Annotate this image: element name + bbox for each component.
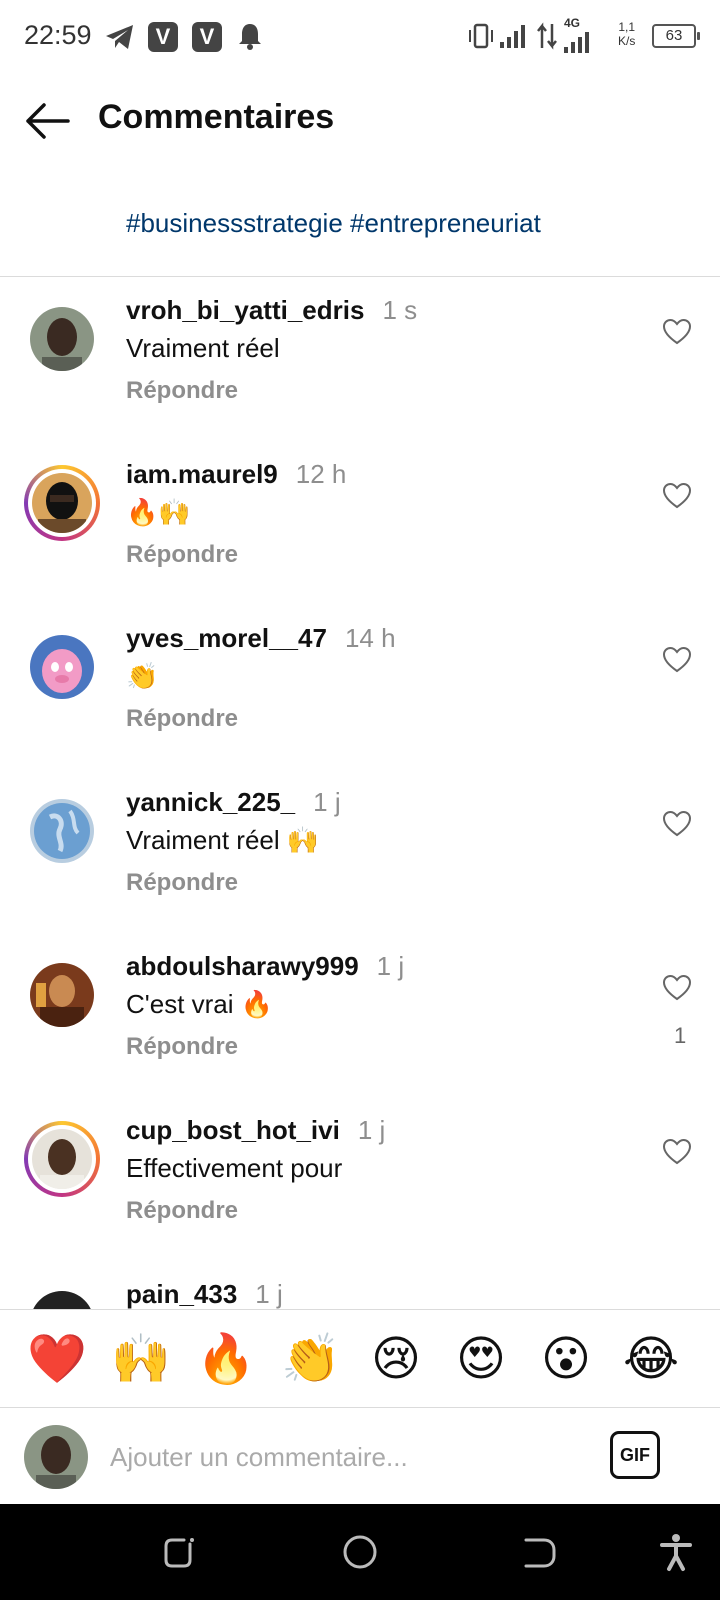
comment-time: 14 h [344,623,396,653]
avatar-story-ring[interactable] [24,465,100,541]
page-title: Commentaires [98,98,335,136]
comment-input[interactable] [108,1431,582,1483]
network-label: 4G [564,16,581,30]
like-heart-icon[interactable] [662,481,692,511]
comment-username[interactable]: vroh_bi_yatti_edris 1 s [126,295,417,326]
comment-item: yves_morel__47 14 h 👏 Répondre [0,605,720,769]
reaction-raised-hands[interactable]: 🙌 [111,1330,171,1390]
data-arrows-icon [536,22,558,55]
comment-composer: GIF [0,1407,720,1503]
recents-icon [164,1538,194,1568]
comment-item: abdoulsharawy999 1 j C'est vrai 🔥 Répondr… [0,933,720,1097]
comment-username[interactable]: cup_bost_hot_ivi 1 j [126,1115,385,1146]
signal-4g-icon: 4G [562,16,592,59]
comment-text: Effectivement pour [126,1153,343,1183]
comment-item: pain_433 1 j [0,1261,720,1309]
reaction-heart[interactable]: ❤️ [27,1330,87,1390]
comment-item: iam.maurel9 12 h 🔥🙌 Répondre [0,441,720,605]
like-heart-icon[interactable] [662,973,692,1003]
gif-button[interactable]: GIF [610,1431,660,1479]
comment-username[interactable]: iam.maurel9 12 h [126,459,346,490]
recent-apps-button[interactable] [160,1532,200,1572]
like-heart-icon[interactable] [662,809,692,839]
vibrate-icon [466,22,496,55]
comment-text: 👏 [126,661,159,691]
comment-time: 12 h [295,459,347,489]
comment-username[interactable]: yannick_225_ 1 j [126,787,341,818]
home-button[interactable] [340,1532,380,1572]
reaction-fire[interactable]: 🔥 [196,1330,256,1390]
network-speed: 1,1 K/s [618,20,635,48]
reaction-crying[interactable]: 😢 [366,1330,426,1390]
reaction-heart-eyes[interactable]: 😍 [451,1330,511,1390]
avatar[interactable] [30,963,94,1027]
v-app-icon: V [148,22,178,52]
my-avatar [24,1425,88,1489]
reaction-laughing[interactable]: 😂 [621,1330,681,1390]
avatar[interactable] [30,1291,94,1309]
back-button[interactable] [22,96,72,146]
comment-username[interactable]: pain_433 1 j [126,1279,283,1309]
back-nav-button[interactable] [520,1532,560,1572]
like-heart-icon[interactable] [662,1137,692,1167]
reply-button[interactable]: Répondre [126,705,238,733]
reply-button[interactable]: Répondre [126,541,238,569]
reply-button[interactable]: Répondre [126,1033,238,1061]
comment-item: yannick_225_ 1 j Vraiment réel 🙌 Répondre [0,769,720,933]
reply-button[interactable]: Répondre [126,1197,238,1225]
like-count[interactable]: 1 [674,1023,686,1049]
avatar[interactable] [30,307,94,371]
bell-icon [238,22,262,55]
battery-icon: 63 [652,24,700,48]
comment-text: C'est vrai 🔥 [126,989,274,1019]
comment-time: 1 j [255,1279,283,1309]
header: Commentaires [0,72,720,168]
comment-item: vroh_bi_yatti_edris 1 s Vraiment réel Rép… [0,277,720,441]
comment-text: Vraiment réel [126,333,280,363]
reaction-surprised[interactable]: 😮 [536,1330,596,1390]
accessibility-button[interactable] [656,1532,696,1572]
status-bar: 22:59 V V 4G 1,1 K/s 63 [0,0,720,72]
like-heart-icon[interactable] [662,645,692,675]
system-nav-bar [0,1504,720,1600]
reply-button[interactable]: Répondre [126,869,238,897]
comment-username[interactable]: yves_morel__47 14 h [126,623,396,654]
speed-unit: K/s [618,34,636,48]
post-caption-hashtags[interactable]: #businessstrategie #entrepreneuriat [126,208,541,239]
reply-button[interactable]: Répondre [126,377,238,405]
like-heart-icon[interactable] [662,317,692,347]
telegram-icon [104,22,136,57]
signal-icon [498,22,528,55]
v-app-icon: V [192,22,222,52]
comment-time: 1 j [376,951,405,981]
nav-back-icon [524,1538,556,1568]
accessibility-icon [660,1534,692,1571]
avatar-story-ring[interactable] [24,1121,100,1197]
comment-time: 1 s [382,295,418,325]
comment-text: 🔥🙌 [126,497,191,527]
speed-value: 1,1 [618,20,636,34]
avatar[interactable] [30,799,94,863]
battery-level: 63 [665,27,683,44]
status-time: 22:59 [24,20,92,50]
arrow-left-icon [26,103,70,139]
avatar[interactable] [30,635,94,699]
comment-time: 1 j [313,787,341,817]
comment-time: 1 j [357,1115,386,1145]
comment-list[interactable]: vroh_bi_yatti_edris 1 s Vraiment réel Rép… [0,277,720,1309]
comment-text: Vraiment réel 🙌 [126,825,320,855]
home-circle-icon [343,1535,377,1569]
comment-item: cup_bost_hot_ivi 1 j Effectivement pour R… [0,1097,720,1261]
comment-username[interactable]: abdoulsharawy999 1 j [126,951,404,982]
reaction-clapping[interactable]: 👏 [281,1330,341,1390]
quick-reaction-bar: ❤️ 🙌 🔥 👏 😢 😍 😮 😂 [0,1309,720,1408]
